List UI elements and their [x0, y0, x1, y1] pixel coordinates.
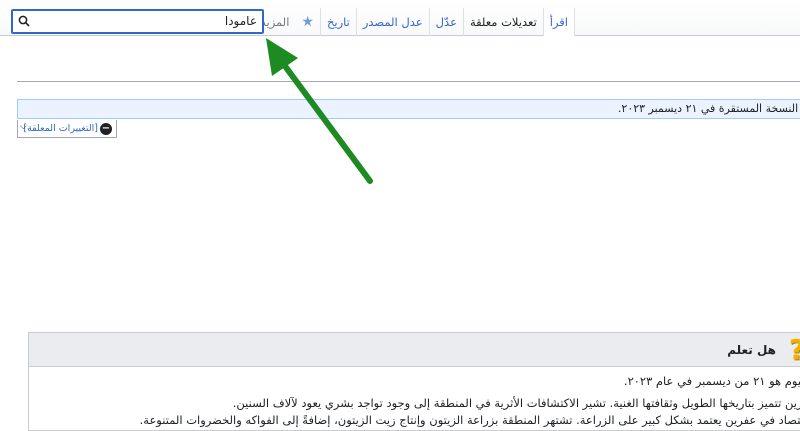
list-item: الاقتصاد في عفرين يعتمد بشكل كبير على ال… [140, 413, 800, 427]
list-item: عفرين تتميز بتاريخها الطويل وثقافتها الغ… [140, 396, 800, 410]
did-you-know-title: هل تعلم [727, 342, 776, 357]
did-you-know-header: ? هل تعلم [29, 333, 800, 367]
did-you-know-box: ? هل تعلم اليوم هو ٢١ من ديسمبر في عام ٢… [28, 332, 800, 431]
did-you-know-list: عفرين تتميز بتاريخها الطويل وثقافتها الغ… [140, 396, 800, 430]
question-mark-icon: ? [784, 333, 800, 366]
did-you-know-intro: اليوم هو ٢١ من ديسمبر في عام ٢٠٢٣. [623, 374, 800, 388]
